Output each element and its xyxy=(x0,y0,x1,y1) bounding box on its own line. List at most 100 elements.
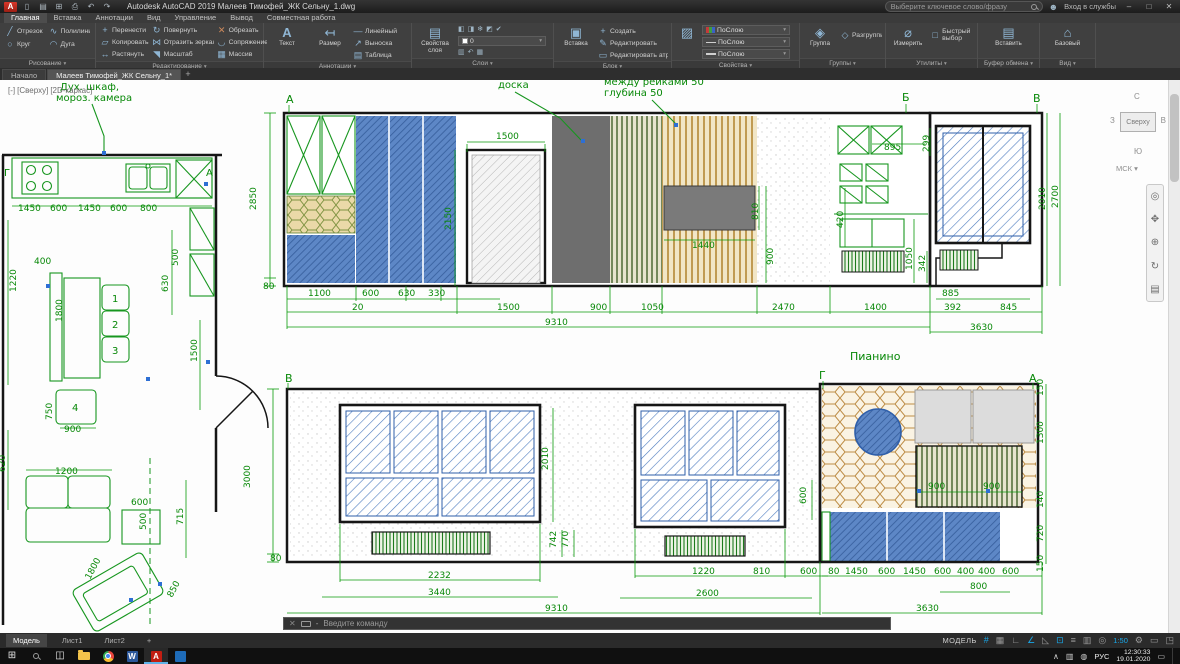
array-button[interactable]: ▦Массив xyxy=(217,49,267,59)
layer-walk-icon[interactable]: ▦ xyxy=(477,48,484,57)
viewcube-north[interactable]: С xyxy=(1134,92,1140,101)
word-icon[interactable]: W xyxy=(120,648,144,664)
signin-label[interactable]: Вход в службы xyxy=(1064,2,1116,11)
full-navigation-wheel-icon[interactable]: ◎ xyxy=(1151,191,1160,202)
linetype-dropdown[interactable]: ПоСлою▾ xyxy=(702,37,790,47)
redo-icon[interactable]: ↷ xyxy=(101,1,113,13)
clipboard-panel-title[interactable]: Буфер обмена▾ xyxy=(978,58,1039,68)
ribbon-tab-Управление[interactable]: Управление xyxy=(168,13,224,23)
wall-panel[interactable] xyxy=(973,390,1034,443)
space-indicator[interactable]: МОДЕЛЬ xyxy=(943,636,977,645)
language-indicator[interactable]: РУС xyxy=(1094,652,1109,661)
dimension-button[interactable]: ↤Размер xyxy=(310,24,350,48)
polyline-button[interactable]: ∿Полилиния xyxy=(49,26,91,36)
user-account-icon[interactable]: ☻ xyxy=(1049,2,1058,12)
radiator[interactable] xyxy=(940,250,978,270)
hex-tile-backsplash[interactable] xyxy=(287,196,355,233)
slat-panel-green[interactable] xyxy=(610,116,662,283)
viewport-view-control[interactable]: [Сверху] xyxy=(17,86,48,95)
pan-icon[interactable]: ✥ xyxy=(1151,214,1159,225)
command-input[interactable]: Введите команду xyxy=(323,619,387,628)
ribbon-tab-Вставка[interactable]: Вставка xyxy=(47,13,89,23)
insert-block-button[interactable]: ▣Вставка xyxy=(557,24,595,48)
grip-point[interactable] xyxy=(674,123,678,127)
layer-isolate-icon[interactable]: ◨ xyxy=(468,25,475,34)
maximize-button[interactable]: □ xyxy=(1142,2,1156,11)
scale-button[interactable]: ◥Масштаб xyxy=(152,49,214,59)
slat-panel-piano[interactable] xyxy=(916,446,1022,507)
layers-panel-title[interactable]: Слои▾ xyxy=(412,58,553,68)
linear-dim-button[interactable]: —Линейный xyxy=(353,26,405,36)
task-view-button[interactable]: ◫ xyxy=(48,648,72,664)
sofa[interactable] xyxy=(26,508,110,542)
elevation-bottom[interactable] xyxy=(287,384,1038,562)
taskbar-clock[interactable]: 12:30:33 19.01.2020 xyxy=(1116,649,1150,663)
close-button[interactable]: ✕ xyxy=(1162,2,1176,11)
fillet-button[interactable]: ◡Сопряжение xyxy=(217,37,267,47)
grip-point[interactable] xyxy=(146,377,150,381)
chrome-icon[interactable] xyxy=(96,648,120,664)
grip-point[interactable] xyxy=(581,139,585,143)
lineweight-toggle[interactable]: ≡ xyxy=(1071,634,1076,647)
line-button[interactable]: ╱Отрезок xyxy=(5,26,47,36)
wall-panel[interactable] xyxy=(915,390,971,443)
ribbon-tab-Вывод[interactable]: Вывод xyxy=(223,13,260,23)
annotation-scale[interactable]: 1:50 xyxy=(1113,634,1128,647)
radiator[interactable] xyxy=(665,536,745,556)
show-desktop-button[interactable] xyxy=(1172,648,1176,664)
table-button[interactable]: ▤Таблица xyxy=(353,50,405,60)
grip-point[interactable] xyxy=(204,182,208,186)
ribbon-tab-Вид[interactable]: Вид xyxy=(140,13,168,23)
app-menu-button[interactable]: A xyxy=(4,2,17,12)
trim-button[interactable]: ✕Обрезать xyxy=(217,25,267,35)
tray-icon[interactable]: ▥ xyxy=(1066,652,1074,661)
minimize-button[interactable]: – xyxy=(1122,2,1136,11)
measure-button[interactable]: ⌀Измерить xyxy=(889,24,927,48)
ribbon-tab-Главная[interactable]: Главная xyxy=(4,13,47,23)
search-button[interactable] xyxy=(24,648,48,664)
groups-panel-title[interactable]: Группы▾ xyxy=(800,58,885,68)
new-drawing-tab-button[interactable]: + xyxy=(182,69,194,80)
view-panel-title[interactable]: Вид▾ xyxy=(1040,58,1095,68)
base-cabinet-hatch[interactable] xyxy=(287,235,355,283)
copy-button[interactable]: ▱Копировать xyxy=(100,37,149,47)
save-icon[interactable]: ⊞ xyxy=(53,1,65,13)
add-layout-button[interactable]: + xyxy=(140,634,158,647)
kitchen-counter[interactable] xyxy=(12,158,214,296)
move-button[interactable]: +Перенести xyxy=(100,25,149,35)
layer-freeze-icon[interactable]: ❄ xyxy=(477,25,483,34)
object-color-dropdown[interactable]: ПоСлою▾ xyxy=(702,25,790,35)
viewport-controls[interactable]: [-] [Сверху] [2D-каркас] xyxy=(8,86,92,95)
ungroup-button[interactable]: ◇Разгруппировать xyxy=(840,27,882,43)
mirror-button[interactable]: ⋈Отразить зеркально xyxy=(152,37,214,47)
new-file-icon[interactable]: ▯ xyxy=(21,1,33,13)
start-button[interactable]: ⊞ xyxy=(0,648,24,664)
annotation-monitor[interactable]: ▭ xyxy=(1150,634,1159,647)
edit-attributes-button[interactable]: ▭Редактировать атрибуты xyxy=(598,50,668,60)
open-file-icon[interactable]: ▤ xyxy=(37,1,49,13)
search-icon[interactable] xyxy=(1031,4,1037,10)
radiator[interactable] xyxy=(842,251,904,272)
layout2-tab[interactable]: Лист2 xyxy=(97,634,131,647)
file-tab-start[interactable]: Начало xyxy=(2,69,46,80)
action-center-icon[interactable]: ▭ xyxy=(1157,652,1165,661)
match-layer-icon[interactable]: ▥ xyxy=(458,48,465,57)
navigation-bar[interactable]: ◎ ✥ ⊕ ↻ ▤ xyxy=(1146,184,1164,302)
group-button[interactable]: ◈Группа xyxy=(803,24,837,48)
stretch-button[interactable]: ↔Растянуть xyxy=(100,49,149,59)
circle-button[interactable]: ○Круг xyxy=(5,39,47,49)
layer-off-icon[interactable]: ◧ xyxy=(458,25,465,34)
snap-mode-toggle[interactable]: ▦ xyxy=(996,634,1005,647)
viewcube-south[interactable]: Ю xyxy=(1134,147,1142,156)
zoom-icon[interactable]: ⊕ xyxy=(1151,237,1159,248)
leader-button[interactable]: ↗Выноска xyxy=(353,38,405,48)
match-properties-button[interactable]: ▨ xyxy=(675,24,699,40)
utilities-panel-title[interactable]: Утилиты▾ xyxy=(886,58,977,68)
layer-dropdown[interactable]: 0▾ xyxy=(458,36,546,46)
undo-icon[interactable]: ↶ xyxy=(85,1,97,13)
plot-icon[interactable]: ⎙ xyxy=(69,1,81,13)
file-tab-document[interactable]: Малеев Тимофей_ЖК Сельну_1* xyxy=(47,69,181,80)
explorer-icon[interactable] xyxy=(72,648,96,664)
transparency-toggle[interactable]: ▥ xyxy=(1083,634,1092,647)
viewcube-east[interactable]: В xyxy=(1161,116,1166,125)
